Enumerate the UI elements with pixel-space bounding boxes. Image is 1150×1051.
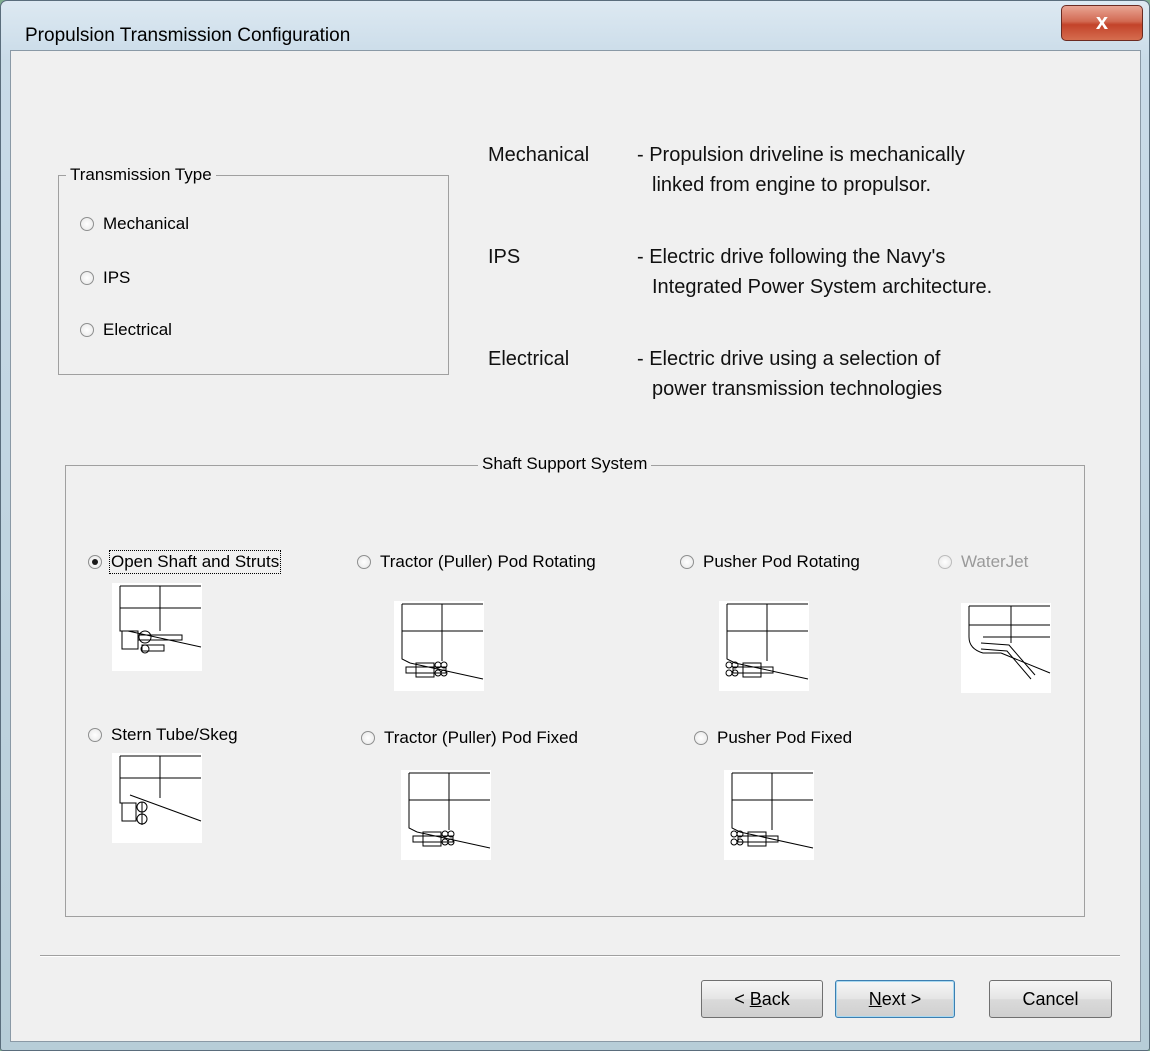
desc-ips-line1: - Electric drive following the Navy's: [637, 246, 946, 268]
radio-open-shaft-struts-label: Open Shaft and Struts: [108, 550, 282, 574]
open-shaft-struts-diagram: [112, 583, 202, 671]
shaft-support-group: [65, 465, 1085, 917]
next-button[interactable]: Next >: [835, 980, 955, 1018]
radio-waterjet-indicator[interactable]: [938, 555, 952, 569]
desc-electrical-line2: power transmission technologies: [652, 378, 943, 400]
stern-tube-skeg-diagram: [112, 753, 202, 843]
radio-stern-tube-skeg-label: Stern Tube/Skeg: [111, 725, 238, 744]
radio-tractor-pod-rotating-indicator[interactable]: [357, 555, 371, 569]
radio-mechanical-label: Mechanical: [103, 214, 189, 233]
radio-stern-tube-skeg-indicator[interactable]: [88, 728, 102, 742]
radio-pusher-pod-fixed-label: Pusher Pod Fixed: [717, 728, 853, 747]
desc-electrical-term: Electrical: [488, 348, 570, 370]
radio-tractor-pod-rotating[interactable]: Tractor (Puller) Pod Rotating: [357, 552, 596, 572]
radio-tractor-pod-fixed[interactable]: Tractor (Puller) Pod Fixed: [361, 728, 578, 748]
tractor-pod-rotating-diagram: [394, 601, 484, 691]
desc-electrical-line1: - Electric drive using a selection of: [637, 348, 941, 370]
radio-ips-label: IPS: [103, 268, 131, 287]
pusher-pod-rotating-diagram: [719, 601, 809, 691]
radio-tractor-pod-rotating-label: Tractor (Puller) Pod Rotating: [380, 552, 596, 571]
back-button-label: ack: [761, 989, 790, 1009]
radio-pusher-pod-rotating-label: Pusher Pod Rotating: [703, 552, 860, 571]
bottom-separator: [40, 955, 1120, 957]
radio-electrical-indicator[interactable]: [80, 323, 94, 337]
radio-tractor-pod-fixed-label: Tractor (Puller) Pod Fixed: [384, 728, 578, 747]
radio-waterjet-label: WaterJet: [961, 552, 1029, 571]
dialog-window: Propulsion Transmission Configuration x …: [0, 0, 1150, 1051]
desc-ips-term: IPS: [488, 246, 521, 268]
waterjet-diagram: [961, 603, 1051, 693]
desc-mechanical-line1: - Propulsion driveline is mechanically: [637, 144, 965, 166]
radio-electrical[interactable]: Electrical: [80, 320, 172, 340]
radio-ips-indicator[interactable]: [80, 271, 94, 285]
back-button-prefix: <: [734, 989, 750, 1009]
shaft-support-legend: Shaft Support System: [478, 454, 652, 474]
desc-ips-line2: Integrated Power System architecture.: [652, 276, 993, 298]
transmission-type-legend: Transmission Type: [66, 165, 216, 185]
desc-mechanical-line2: linked from engine to propulsor.: [652, 174, 932, 196]
desc-mechanical-term: Mechanical: [488, 144, 590, 166]
radio-pusher-pod-rotating-indicator[interactable]: [680, 555, 694, 569]
cancel-button-label: Cancel: [1022, 989, 1079, 1009]
next-button-accelerator: N: [868, 989, 882, 1009]
radio-electrical-label: Electrical: [103, 320, 172, 339]
radio-open-shaft-struts-indicator[interactable]: [88, 555, 102, 569]
dialog-client-area: Transmission Type Mechanical IPS Electri…: [10, 50, 1141, 1042]
tractor-pod-fixed-diagram: [401, 770, 491, 860]
radio-open-shaft-struts[interactable]: Open Shaft and Struts: [88, 550, 282, 574]
radio-mechanical-indicator[interactable]: [80, 217, 94, 231]
window-title: Propulsion Transmission Configuration: [25, 25, 351, 46]
next-button-label: ext >: [881, 989, 922, 1009]
radio-pusher-pod-fixed[interactable]: Pusher Pod Fixed: [694, 728, 852, 748]
radio-mechanical[interactable]: Mechanical: [80, 214, 189, 234]
radio-tractor-pod-fixed-indicator[interactable]: [361, 731, 375, 745]
radio-waterjet[interactable]: WaterJet: [938, 552, 1028, 572]
cancel-button[interactable]: Cancel: [989, 980, 1112, 1018]
radio-stern-tube-skeg[interactable]: Stern Tube/Skeg: [88, 725, 238, 745]
pusher-pod-fixed-diagram: [724, 770, 814, 860]
close-button[interactable]: x: [1061, 5, 1143, 41]
back-button-accelerator: B: [749, 989, 762, 1009]
back-button[interactable]: < Back: [701, 980, 823, 1018]
radio-pusher-pod-fixed-indicator[interactable]: [694, 731, 708, 745]
radio-pusher-pod-rotating[interactable]: Pusher Pod Rotating: [680, 552, 860, 572]
radio-ips[interactable]: IPS: [80, 268, 130, 288]
